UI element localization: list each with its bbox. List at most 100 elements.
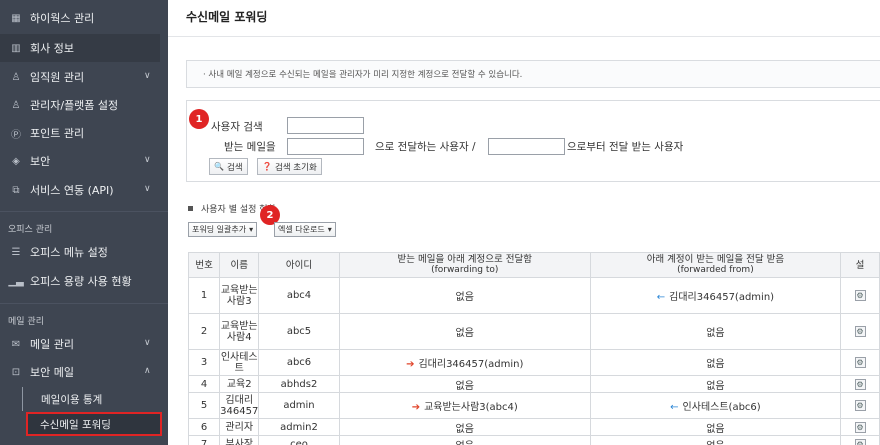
forwarding-table: 번호 이름 아이디 받는 메일을 아래 계정으로 전달함 (forwarding…: [187, 252, 880, 445]
nav-security[interactable]: ◈ 보안 ∨: [0, 147, 160, 175]
shield-icon: ◈: [12, 155, 20, 167]
nav-label: 임직원 관리: [30, 71, 85, 84]
forwarding-to-value: 없음: [455, 292, 474, 303]
main-content: 수신메일 포워딩 · 사내 메일 계정으로 수신되는 메일을 관리자가 미리 지…: [168, 0, 880, 445]
bulk-add-forwarding-button[interactable]: 포워딩 일괄추가 ▾: [188, 222, 258, 237]
nav-company-info[interactable]: ▥ 회사 정보: [0, 34, 160, 62]
gear-icon[interactable]: ⚙: [854, 290, 866, 301]
nav-admin-platform[interactable]: ♙ 관리자/플랫폼 설정: [0, 91, 160, 119]
nav-service-api[interactable]: ⧉ 서비스 연동 (API) ∨: [0, 176, 160, 204]
gear-icon[interactable]: ⚙: [854, 438, 866, 445]
cell-no: 7: [187, 435, 221, 445]
cell-setting: ⚙: [840, 418, 880, 436]
table-row: 4 교육2 abhds2 없음 없음 ⚙: [187, 375, 880, 393]
cell-name: 교육2: [219, 375, 260, 393]
nav-mail-admin[interactable]: ✉ 메일 관리 ∨: [0, 330, 160, 358]
sub-item-mail-stats[interactable]: 메일이용 통계: [22, 387, 160, 411]
forward-to-input[interactable]: [287, 138, 364, 155]
col-header-id: 아이디: [258, 252, 340, 278]
cell-forwarded-from: ← 김대리346457(admin): [589, 277, 842, 314]
cell-forwarding-to: 없음: [338, 277, 591, 314]
cell-forwarding-to: ➔ 교육받는사람3(abc4): [338, 392, 591, 419]
forwarded-from-value: 없음: [706, 441, 724, 445]
table-row: 5 김대리346457 admin ➔ 교육받는사람3(abc4) ← 인사테스트(abc6…: [187, 392, 880, 419]
forwarded-from-value: 없음: [706, 328, 725, 339]
table-header-row: 번호 이름 아이디 받는 메일을 아래 계정으로 전달함 (forwarding…: [187, 252, 880, 278]
page-title: 수신메일 포워딩: [186, 10, 268, 24]
forwarded-from-value: 김대리346457(admin): [669, 292, 775, 303]
forwarded-from-value: 없음: [706, 423, 725, 435]
header-sub: (forwarded from): [677, 265, 754, 275]
nav-secure-mail[interactable]: ⊡ 보안 메일 ∧: [0, 358, 160, 386]
search-button[interactable]: 🔍 검색: [209, 158, 248, 175]
excel-download-button[interactable]: 엑셀 다운로드 ▾: [274, 222, 336, 237]
nav-label: 하이웍스 관리: [30, 12, 95, 25]
cell-setting: ⚙: [840, 375, 880, 393]
cell-forwarding-to: 없음: [338, 375, 591, 393]
chevron-down-icon: ∨: [144, 338, 151, 348]
reset-search-button[interactable]: ❓ 검색 초기화: [257, 158, 322, 175]
bulk-add-label: 포워딩 일괄추가: [192, 225, 247, 234]
cell-forwarded-from: 없음: [589, 349, 842, 376]
help-icon: ❓: [262, 162, 272, 171]
search-panel: 1 사용자 검색 받는 메일을 으로 전달하는 사용자 / 으로부터 전달 받는…: [186, 100, 880, 182]
point-icon: Ⓟ: [11, 129, 21, 141]
forwarded-from-value: 없음: [706, 359, 725, 370]
cell-setting: ⚙: [840, 349, 880, 376]
arrow-left-icon: ←: [656, 292, 666, 303]
forwarding-to-value: 교육받는사람3(abc4): [424, 402, 518, 413]
nav-point-admin[interactable]: Ⓟ 포인트 관리: [0, 119, 160, 147]
sidebar-divider: [0, 211, 168, 212]
bullet-icon: [188, 206, 193, 211]
title-divider: [168, 36, 880, 37]
user-search-input[interactable]: [287, 117, 364, 134]
gear-icon[interactable]: ⚙: [854, 421, 866, 433]
cell-name: 교육받는사람3: [219, 277, 260, 314]
table-row: 7부사장ceo 없음 없음 ⚙: [187, 435, 880, 445]
header-main: 받는 메일을 아래 계정으로 전달함: [397, 254, 532, 265]
cell-id: ceo: [258, 435, 340, 445]
grid-icon: ▦: [11, 12, 21, 24]
forwarding-to-value: 없음: [455, 328, 474, 339]
nav-label: 보안: [30, 155, 51, 168]
gear-icon[interactable]: ⚙: [854, 400, 866, 411]
chevron-down-icon: ∨: [144, 71, 151, 81]
table-row: 3 인사테스트 abc6 ➔ 김대리346457(admin) 없음 ⚙: [187, 349, 880, 376]
dropdown-icon: ▾: [249, 225, 254, 234]
forwarding-to-value: 없음: [456, 441, 474, 445]
chevron-up-icon: ∧: [144, 366, 151, 376]
cell-no: 3: [187, 349, 221, 376]
cell-forwarded-from: ← 인사테스트(abc6): [589, 392, 842, 419]
col-header-name: 이름: [219, 252, 260, 278]
chevron-down-icon: ∨: [144, 155, 151, 165]
api-icon: ⧉: [12, 184, 20, 196]
cell-forwarded-from: 없음: [589, 313, 842, 350]
forwarding-to-value: 없음: [455, 380, 474, 392]
excel-download-label: 엑셀 다운로드: [278, 225, 325, 234]
cell-no: 6: [187, 418, 221, 436]
nav-employee-admin[interactable]: ♙ 임직원 관리 ∨: [0, 63, 160, 91]
nav-office-usage[interactable]: ▁▃ 오피스 용량 사용 현황: [0, 267, 160, 295]
forwarding-to-value: 김대리346457(admin): [418, 359, 524, 370]
list-icon: ☰: [11, 246, 21, 258]
forward-from-input[interactable]: [488, 138, 565, 155]
gear-icon[interactable]: ⚙: [854, 326, 866, 337]
cell-id: abc4: [258, 277, 340, 314]
secure-mail-icon: ⊡: [11, 366, 21, 378]
cell-forwarding-to: 없음: [338, 418, 591, 436]
nav-label: 포인트 관리: [30, 127, 85, 140]
col-header-no: 번호: [187, 252, 221, 278]
nav-office-menu[interactable]: ☰ 오피스 메뉴 설정: [0, 238, 160, 266]
sub-item-incoming-forwarding[interactable]: 수신메일 포워딩: [26, 412, 162, 436]
receive-mail-label: 받는 메일을: [224, 141, 276, 153]
section-label-mail: 메일 관리: [8, 317, 44, 327]
cell-id: admin2: [258, 418, 340, 436]
dropdown-icon: ▾: [327, 225, 332, 234]
gear-icon[interactable]: ⚙: [854, 357, 866, 368]
nav-hiworks-admin[interactable]: ▦ 하이웍스 관리: [0, 4, 160, 32]
cell-no: 5: [187, 392, 221, 419]
admin-user-icon: ♙: [11, 99, 21, 111]
gear-icon[interactable]: ⚙: [854, 378, 866, 390]
cell-forwarding-to: 없음: [338, 313, 591, 350]
user-icon: ♙: [11, 71, 21, 83]
